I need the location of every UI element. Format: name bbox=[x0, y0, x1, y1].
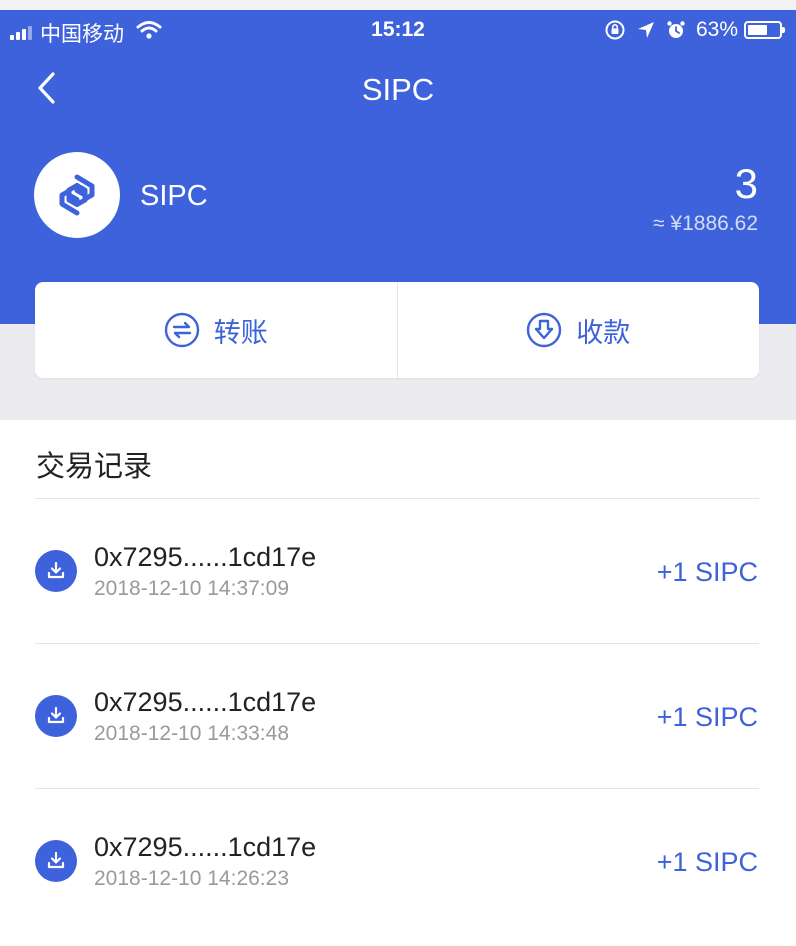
receive-label: 收款 bbox=[576, 317, 631, 348]
download-tray-icon bbox=[35, 695, 77, 737]
transaction-time: 2018-12-10 14:33:48 bbox=[94, 722, 289, 745]
transaction-list: 0x7295......1cd17e 2018-12-10 14:37:09 +… bbox=[0, 499, 796, 934]
action-card: 转账 收款 bbox=[35, 282, 759, 378]
orientation-lock-icon bbox=[604, 19, 626, 41]
transaction-row[interactable]: 0x7295......1cd17e 2018-12-10 14:37:09 +… bbox=[0, 499, 796, 644]
top-strip bbox=[0, 0, 796, 10]
transaction-hash: 0x7295......1cd17e bbox=[94, 542, 317, 572]
asset-fiat-value: ≈ ¥1886.62 bbox=[653, 212, 758, 235]
receive-button[interactable]: 收款 bbox=[398, 282, 760, 378]
transaction-time: 2018-12-10 14:26:23 bbox=[94, 867, 289, 890]
transfer-label: 转账 bbox=[213, 317, 268, 348]
transaction-row[interactable]: 0x7295......1cd17e 2018-12-10 14:26:23 +… bbox=[0, 789, 796, 934]
transaction-hash: 0x7295......1cd17e bbox=[94, 687, 317, 717]
location-icon bbox=[636, 20, 656, 40]
status-bar: 中国移动 15:12 63% bbox=[0, 10, 796, 50]
page-title: SIPC bbox=[361, 72, 435, 107]
alarm-icon bbox=[666, 20, 686, 40]
receive-icon bbox=[526, 312, 562, 348]
transaction-time: 2018-12-10 14:37:09 bbox=[94, 577, 289, 600]
battery-icon bbox=[744, 21, 785, 39]
transaction-amount: +1 SIPC bbox=[656, 847, 758, 877]
nav-bar: SIPC bbox=[0, 62, 796, 112]
transfer-icon bbox=[164, 312, 200, 348]
transaction-amount: +1 SIPC bbox=[656, 557, 758, 587]
transactions-title: 交易记录 bbox=[36, 451, 153, 483]
battery-percent: 63% bbox=[695, 18, 738, 41]
transfer-button[interactable]: 转账 bbox=[35, 282, 397, 378]
sipc-logo-icon bbox=[34, 152, 120, 238]
asset-name: SIPC bbox=[140, 180, 208, 212]
asset-amount: 3 bbox=[734, 160, 758, 207]
transaction-hash: 0x7295......1cd17e bbox=[94, 832, 317, 862]
download-tray-icon bbox=[35, 550, 77, 592]
download-tray-icon bbox=[35, 840, 77, 882]
transaction-row[interactable]: 0x7295......1cd17e 2018-12-10 14:33:48 +… bbox=[0, 644, 796, 789]
transaction-amount: +1 SIPC bbox=[656, 702, 758, 732]
header: 中国移动 15:12 63% SIPC SIPC 3 ≈ ¥1886.62 bbox=[0, 10, 796, 324]
